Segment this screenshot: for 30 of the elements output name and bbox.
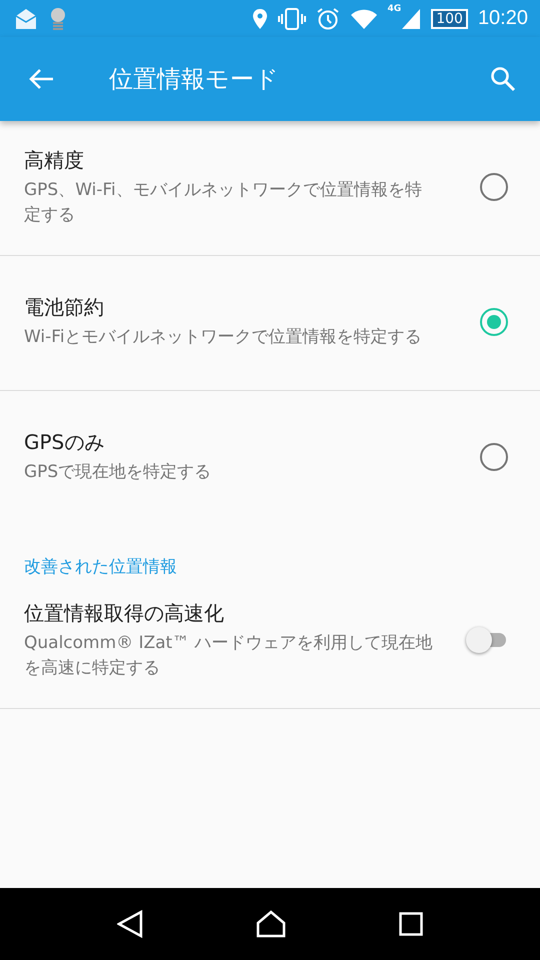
setting-description: Qualcomm® IZat™ ハードウェアを利用して現在地を高速に特定する — [24, 632, 434, 680]
mail-icon — [14, 8, 38, 30]
option-title: 高精度 — [24, 146, 85, 174]
screen-title: 位置情報モード — [109, 64, 280, 95]
radio-button[interactable] — [480, 173, 508, 201]
alarm-icon — [316, 6, 340, 30]
option-description: GPSで現在地を特定する — [24, 461, 212, 484]
wifi-icon — [350, 8, 378, 30]
signal-icon — [401, 8, 422, 30]
recents-icon[interactable] — [399, 912, 424, 936]
option-title: GPSのみ — [24, 429, 106, 456]
back-icon[interactable] — [116, 910, 143, 938]
location-icon — [252, 8, 268, 30]
mode-option[interactable]: 電池節約 Wi-Fiとモバイルネットワークで位置情報を特定する — [0, 256, 540, 391]
mode-option[interactable]: 高精度 GPS、Wi-Fi、モバイルネットワークで位置情報を特定する — [0, 121, 540, 256]
radio-button[interactable] — [480, 308, 508, 336]
setting-title: 位置情報取得の高速化 — [24, 600, 225, 626]
radio-button[interactable] — [480, 443, 508, 471]
section-header: 改善された位置情報 — [23, 556, 178, 579]
option-description: GPS、Wi-Fi、モバイルネットワークで位置情報を特定する — [24, 178, 423, 226]
battery-level: 100 — [431, 8, 468, 28]
clock: 10:20 — [478, 7, 528, 30]
option-title: 電池節約 — [24, 294, 105, 321]
option-description: Wi-Fiとモバイルネットワークで位置情報を特定する — [24, 326, 423, 349]
home-icon[interactable] — [256, 910, 286, 938]
mode-option[interactable]: GPSのみ GPSで現在地を特定する — [0, 391, 540, 525]
vibrate-icon — [278, 8, 306, 30]
setting-row[interactable]: 位置情報取得の高速化 Qualcomm® IZat™ ハードウェアを利用して現在地を高速に特定する — [0, 586, 540, 709]
network-type: 4G — [388, 4, 402, 14]
search-icon[interactable] — [490, 66, 516, 92]
